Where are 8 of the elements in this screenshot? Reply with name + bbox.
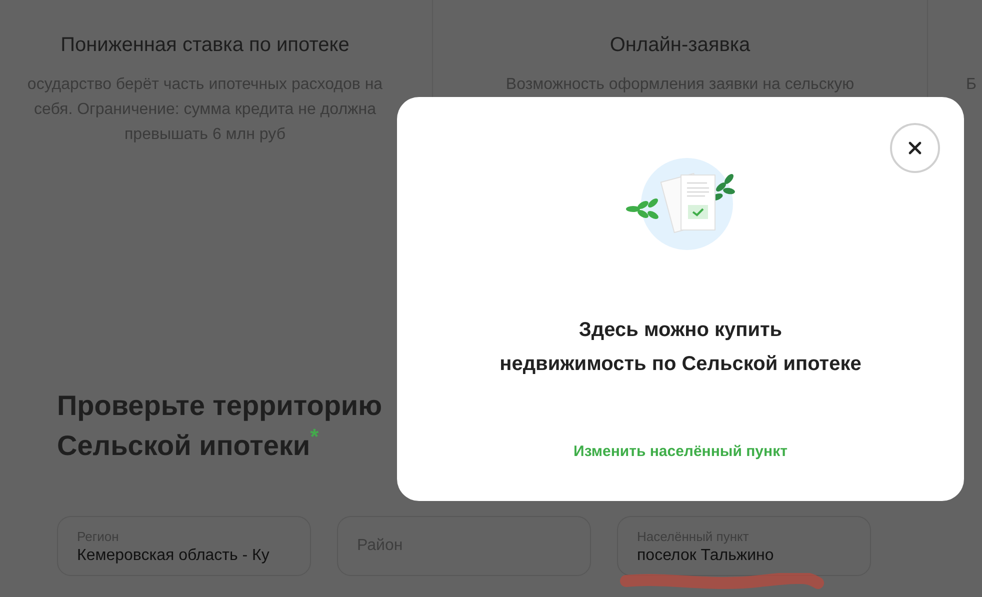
modal-message: Здесь можно купить xyxy=(578,318,782,343)
feature-title: Пониженная ставка по ипотеке xyxy=(60,33,350,58)
section-heading: Проверьте территорию Сельской ипотеки$^{*}$ xyxy=(57,389,382,463)
feature-title: Онлайн-заявка xyxy=(610,33,750,58)
modal-message: недвижимость по Сельской ипотеке xyxy=(500,352,862,377)
change-locality-link[interactable]: Изменить населённый пункт xyxy=(574,441,788,464)
field-value: поселок Тальжино xyxy=(637,546,774,565)
field-value: Кемеровская область - Ку xyxy=(77,546,270,565)
